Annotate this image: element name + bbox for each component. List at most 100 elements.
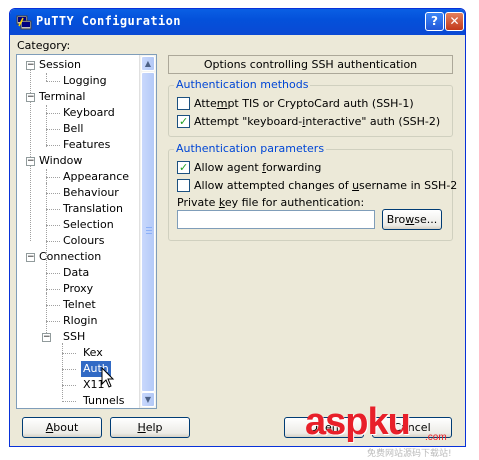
tree-connector <box>46 73 47 81</box>
tree-item-behaviour[interactable]: Behaviour <box>63 185 119 201</box>
tree-item-data[interactable]: Data <box>63 265 89 281</box>
tree-item-logging[interactable]: Logging <box>63 73 107 89</box>
scroll-thumb[interactable] <box>141 72 155 392</box>
tree-item-colours[interactable]: Colours <box>63 233 104 249</box>
button-label: Bro <box>386 213 406 226</box>
scroll-down-arrow-icon[interactable]: ▼ <box>141 392 155 407</box>
auth-params-group: Authentication parameters Allow agent fo… <box>168 142 457 241</box>
checkbox-label-accel: u <box>352 179 360 192</box>
tree-item-bell[interactable]: Bell <box>63 121 83 137</box>
button-label-accel: H <box>137 421 146 434</box>
close-button[interactable]: ✕ <box>445 12 464 31</box>
checkbox-label: orwarding <box>266 161 322 174</box>
collapse-window-toggle[interactable]: − <box>26 157 35 166</box>
tree-item-telnet[interactable]: Telnet <box>63 297 96 313</box>
cancel-button[interactable]: Cancel <box>372 417 452 438</box>
checkbox-box[interactable] <box>177 179 190 192</box>
tree-connector <box>46 113 60 114</box>
tis-auth-checkbox[interactable]: Attempt TIS or CryptoCard auth (SSH-1) <box>177 97 414 113</box>
help-titlebar-button[interactable]: ? <box>425 12 444 31</box>
tree-connector <box>46 177 60 178</box>
tree-item-rlogin[interactable]: Rlogin <box>63 313 97 329</box>
tree-connector <box>46 193 60 194</box>
scroll-grip <box>146 227 152 228</box>
checkbox-label-accel: m <box>216 97 228 110</box>
collapse-session-toggle[interactable]: − <box>26 61 35 70</box>
private-key-file-input[interactable] <box>177 210 375 229</box>
tree-connector <box>62 369 76 370</box>
tree-connector <box>46 289 60 290</box>
tree-item-ssh[interactable]: SSH <box>63 329 85 345</box>
keyboard-interactive-checkbox[interactable]: Attempt "keyboard-interactive" auth (SSH… <box>177 115 440 131</box>
tree-scrollbar[interactable]: ▲ ▼ <box>139 55 156 408</box>
browse-button[interactable]: Browse... <box>382 209 442 230</box>
auth-methods-group: Authentication methods Attempt TIS or Cr… <box>168 78 453 137</box>
tree-connector <box>46 273 60 274</box>
username-change-checkbox[interactable]: Allow attempted changes of username in S… <box>177 179 457 195</box>
tree-item-window[interactable]: Window <box>39 153 82 169</box>
button-label: elp <box>145 421 163 434</box>
agent-forwarding-checkbox[interactable]: Allow agent forwarding <box>177 161 321 177</box>
putty-app-icon <box>16 15 32 30</box>
scroll-grip <box>146 230 152 231</box>
watermark-subtitle: 免费网站源码下载站! <box>367 449 452 459</box>
private-key-label: Private key file for authentication: <box>177 196 364 209</box>
tree-item-kex[interactable]: Kex <box>83 345 103 361</box>
tree-item-translation[interactable]: Translation <box>63 201 123 217</box>
tree-connector <box>62 401 76 402</box>
checkbox-label: Allow agent <box>194 161 263 174</box>
help-button[interactable]: Help <box>110 417 190 438</box>
tree-item-appearance[interactable]: Appearance <box>63 169 129 185</box>
auth-params-group-title: Authentication parameters <box>174 142 327 155</box>
tree-connector <box>46 305 60 306</box>
tree-item-proxy[interactable]: Proxy <box>63 281 93 297</box>
about-button[interactable]: About <box>22 417 102 438</box>
mouse-pointer-icon <box>101 367 115 388</box>
tree-connector <box>46 129 60 130</box>
checkbox-label: Attempt "keyboard- <box>194 115 303 128</box>
tree-connector <box>46 169 47 243</box>
checkbox-label: Atte <box>194 97 217 110</box>
tree-connector <box>46 241 60 242</box>
title-bar[interactable]: PuTTY Configuration ? ✕ <box>10 9 465 35</box>
category-label: Category: <box>17 39 71 52</box>
tree-connector <box>62 385 76 386</box>
putty-config-window: PuTTY Configuration ? ✕ Category: − Sess… <box>9 8 466 447</box>
tree-connector <box>62 343 63 399</box>
tree-item-connection[interactable]: Connection <box>39 249 101 265</box>
label-text: ey file for authentication: <box>224 196 365 209</box>
auth-methods-group-title: Authentication methods <box>174 78 311 91</box>
checkbox-label: nteractive" auth (SSH-2) <box>305 115 441 128</box>
tree-connector <box>46 81 60 82</box>
button-label: se... <box>414 213 438 226</box>
tree-item-keyboard[interactable]: Keyboard <box>63 105 115 121</box>
category-tree[interactable]: − Session Logging − Terminal Keyboard Be… <box>16 54 157 409</box>
window-title: PuTTY Configuration <box>36 14 181 28</box>
scroll-grip <box>146 233 152 234</box>
tree-connector <box>46 293 47 337</box>
tree-item-terminal[interactable]: Terminal <box>39 89 86 105</box>
label-text: Private <box>177 196 219 209</box>
checkbox-box[interactable] <box>177 97 190 110</box>
checkbox-box-checked[interactable] <box>177 115 190 129</box>
tree-item-features[interactable]: Features <box>63 137 110 153</box>
tree-item-tunnels[interactable]: Tunnels <box>83 393 125 408</box>
collapse-ssh-toggle[interactable]: − <box>42 333 51 342</box>
open-button[interactable]: Open <box>284 417 364 438</box>
checkbox-label: Allow attempted changes of <box>194 179 353 192</box>
checkbox-label: pt TIS or CryptoCard auth (SSH-1) <box>227 97 414 110</box>
tree-item-selection[interactable]: Selection <box>63 217 114 233</box>
panel-title: Options controlling SSH authentication <box>168 55 453 74</box>
tree-item-session[interactable]: Session <box>39 57 81 73</box>
checkbox-label: sername in SSH-2 <box>359 179 458 192</box>
tree-connector <box>46 105 47 147</box>
tree-connector <box>62 353 76 354</box>
collapse-terminal-toggle[interactable]: − <box>26 93 35 102</box>
tree-connector <box>46 321 60 322</box>
checkbox-box-checked[interactable] <box>177 161 190 175</box>
tree-connector <box>46 209 60 210</box>
tree-connector <box>46 225 60 226</box>
tree-connector <box>46 145 60 146</box>
scroll-up-arrow-icon[interactable]: ▲ <box>141 56 155 71</box>
collapse-connection-toggle[interactable]: − <box>26 253 35 262</box>
